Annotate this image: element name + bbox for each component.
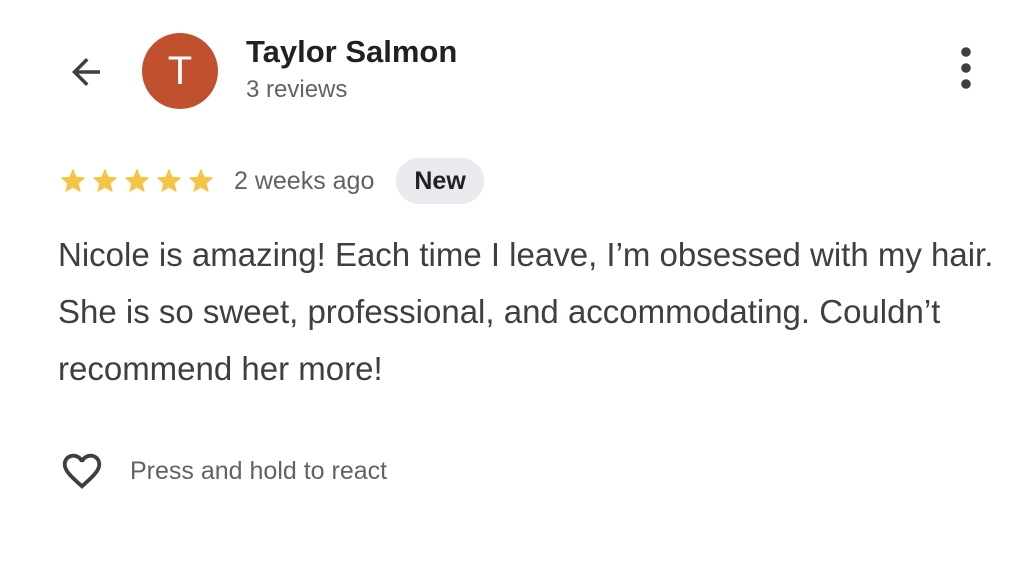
avatar-initial: T (167, 49, 193, 93)
star-icon (156, 168, 182, 193)
back-button[interactable] (58, 50, 114, 94)
react-button[interactable] (58, 448, 110, 494)
star-icon (60, 168, 86, 193)
review-time: 2 weeks ago (234, 166, 375, 195)
heart-outline-icon (62, 453, 102, 489)
star-icon (92, 168, 118, 193)
avatar[interactable]: T (142, 33, 218, 109)
arrow-back-icon (72, 58, 100, 86)
more-vert-icon (961, 47, 971, 89)
star-rating (58, 166, 216, 196)
react-row[interactable]: Press and hold to react (58, 448, 387, 494)
rating-row: 2 weeks ago New (58, 157, 484, 205)
review-count: 3 reviews (246, 76, 348, 103)
more-options-button[interactable] (944, 42, 988, 94)
star-icon (188, 168, 214, 193)
review-detail-screen: T Taylor Salmon 3 reviews 2 weeks ago Ne… (0, 0, 1024, 566)
react-hint-label: Press and hold to react (130, 456, 388, 485)
new-badge: New (396, 158, 484, 204)
star-icon (124, 168, 150, 193)
reviewer-name[interactable]: Taylor Salmon (246, 34, 457, 70)
review-text: Nicole is amazing! Each time I leave, I’… (58, 236, 994, 387)
